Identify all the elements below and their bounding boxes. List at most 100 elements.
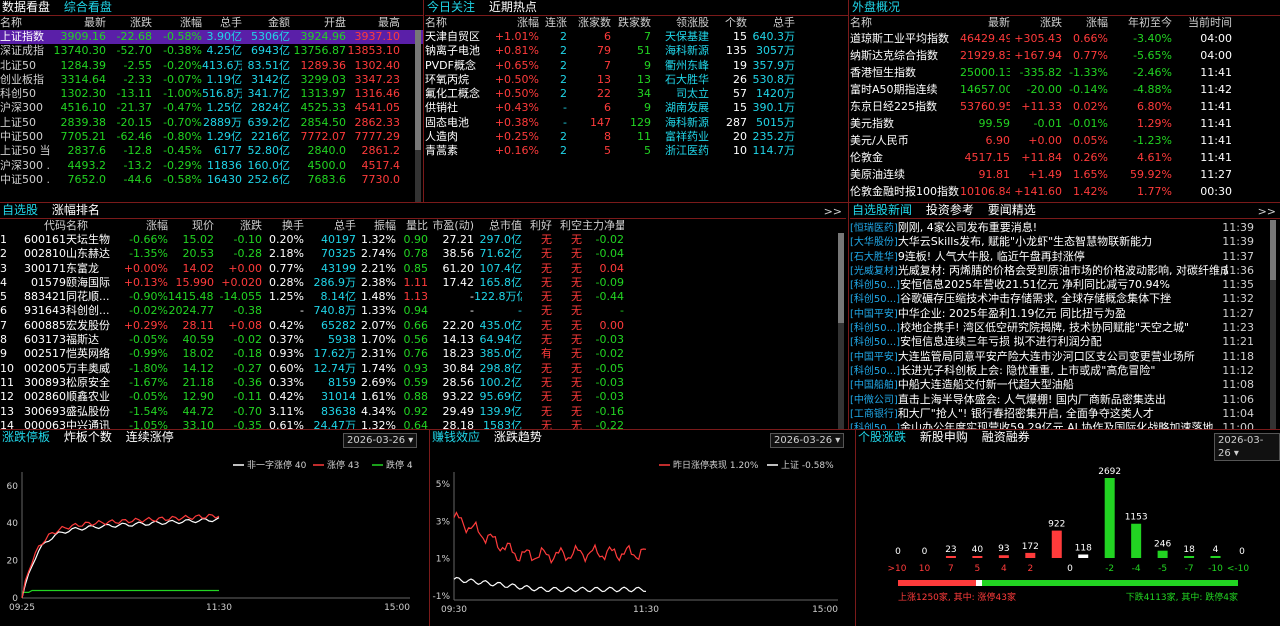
hot-sector-row[interactable]: 氟化工概念 +0.50% 2 22 34 司太立 57 1420万	[425, 87, 848, 101]
news-item[interactable]: [中国平安]中华企业: 2025年盈利1.19亿元 同比扭亏为盈 11:27	[850, 307, 1280, 321]
news-headline[interactable]: 安恒信息2025年营收21.51亿元 净利同比减亏70.94%	[900, 278, 1170, 292]
news-item[interactable]: [科创50...]校地企携手! 湾区低空研究院揭牌, 技术协同赋能"天空之城" 1…	[850, 321, 1280, 335]
index-row[interactable]: 中证500 7705.21 -62.46 -0.80% 1.29亿 2216亿 7772.0…	[0, 130, 423, 144]
hot-sector-row[interactable]: 环氧丙烷 +0.50% 2 13 13 石大胜华 26 530.8万	[425, 73, 848, 87]
global-market-row[interactable]: 道琼斯工业平均指数 46429.49 +305.43 0.66% -3.40% 04:00	[850, 30, 1280, 47]
news-item[interactable]: [中微公司]直击上海半导体盛会: 人气爆棚! 国内厂商新品密集迭出 11:06	[850, 393, 1280, 407]
tab-profit-effect[interactable]: 赚钱效应	[432, 430, 480, 444]
global-market-row[interactable]: 美元/人民币 6.90 +0.00 0.05% -1.23% 11:41	[850, 132, 1280, 149]
up-ratio-bar	[898, 580, 976, 586]
news-item[interactable]: [光威复材]光威复材: 丙烯腈的价格会受到原油市场的价格波动影响, 对碳纤维成本…	[850, 264, 1280, 278]
tab-margin-trading[interactable]: 融资融券	[982, 430, 1030, 444]
news-item[interactable]: [中国船舶]中船大连造船交付新一代超大型油船 11:08	[850, 378, 1280, 392]
tab-comprehensive-board[interactable]: 综合看盘	[64, 0, 112, 14]
news-headline[interactable]: 中华企业: 2025年盈利1.19亿元 同比扭亏为盈	[898, 307, 1126, 321]
news-headline[interactable]: 9连板! 人气大牛股, 临近午盘再封涨停	[898, 250, 1085, 264]
index-row[interactable]: 上证50 当... 2837.6 -12.8 -0.45% 6177 52.80亿 2840…	[0, 144, 423, 158]
news-item[interactable]: [科创50...]安恒信息连续三年亏损 拟不进行利润分配 11:21	[850, 335, 1280, 349]
news-item[interactable]: [科创50...]长进光子科创板上会: 隐忧重重, 上市或成"高危冒险" 11:1…	[850, 364, 1280, 378]
watchlist-row[interactable]: 13 300693盛弘股份 -1.54% 44.72 -0.70 3.11% 83638 4.…	[0, 405, 846, 419]
index-row[interactable]: 上证指数 3909.16 -22.68 -0.58% 3.90亿 5306亿 3924.96…	[0, 30, 423, 45]
tab-gain-rank[interactable]: 涨幅排名	[52, 203, 100, 217]
hot-sector-row[interactable]: 天津自贸区 +1.01% 2 6 7 天保基建 15 640.3万	[425, 30, 848, 44]
watchlist-row[interactable]: 5 883421同花顺... -0.90%1415.484 -14.055 1.25% 8…	[0, 290, 846, 304]
news-item[interactable]: [科创50...]金山办公年度实现营收59.29亿元 AI 协作及国际化战略加速…	[850, 421, 1280, 429]
index-row[interactable]: 北证50 1284.39 -2.55 -0.20%413.6万 83.51亿 1289.3…	[0, 59, 423, 73]
news-headline[interactable]: 刚刚, 4家公司发布重要消息!	[898, 221, 1037, 235]
news-headline[interactable]: 金山办公年度实现营收59.29亿元 AI 协作及国际化战略加速落地	[900, 421, 1213, 429]
news-headline[interactable]: 谷歌碾存压缩技术冲击存储需求, 全球存储概念集体下挫	[900, 292, 1171, 306]
index-row[interactable]: 沪深300 ... 4493.2 -13.2 -0.29% 11836 160.0亿 450…	[0, 159, 423, 173]
news-headline[interactable]: 直击上海半导体盛会: 人气爆棚! 国内厂商新品密集迭出	[898, 393, 1166, 407]
global-market-row[interactable]: 香港恒生指数 25000.13 -335.82 -1.33% -2.46% 11:41	[850, 64, 1280, 81]
limit-date-select[interactable]: 2026-03-26 ▾	[343, 433, 418, 448]
news-headline[interactable]: 大连监管局同意平安产险大连市沙河口区支公司变更营业场所	[898, 350, 1195, 364]
news-item[interactable]: [中国平安]大连监管局同意平安产险大连市沙河口区支公司变更营业场所 11:18	[850, 350, 1280, 364]
hot-sector-row[interactable]: 青蒿素 +0.16% 2 5 5 浙江医药 10 114.7万	[425, 144, 848, 158]
tab-data-board[interactable]: 数据看盘	[2, 0, 50, 14]
global-market-row[interactable]: 美元指数 99.59 -0.01 -0.01% 1.29% 11:41	[850, 115, 1280, 132]
news-headline[interactable]: 长进光子科创板上会: 隐忧重重, 上市或成"高危冒险"	[900, 364, 1155, 378]
news-headline[interactable]: 中船大连造船交付新一代超大型油船	[898, 378, 1074, 392]
news-scrollbar[interactable]	[1270, 220, 1276, 429]
tab-ipo-subscription[interactable]: 新股申购	[920, 430, 968, 444]
tab-trend[interactable]: 涨跌趋势	[494, 430, 542, 444]
global-market-row[interactable]: 伦敦金融时报100指数10106.84 +141.60 1.42% 1.77% 00:3…	[850, 183, 1280, 200]
index-row[interactable]: 上证50 2839.38 -20.15 -0.70%2889万 639.2亿 2854.5…	[0, 116, 423, 130]
watchlist-row[interactable]: 9 002517恺英网络 -0.99% 18.02 -0.18 0.93% 17.62万 2.…	[0, 347, 846, 361]
watchlist-row[interactable]: 6 931643科创创... -0.02%2024.77 -0.38-740.8万 1.…	[0, 304, 846, 318]
watchlist-row[interactable]: 3 300171东富龙 +0.00% 14.02 +0.00 0.77% 43199 2.21…	[0, 262, 846, 276]
watchlist-row[interactable]: 2 002810山东赫达 -1.35% 20.53 -0.28 2.18% 70325 2.7…	[0, 247, 846, 261]
tab-investment-reference[interactable]: 投资参考	[926, 203, 974, 217]
news-item[interactable]: [大华股份]大华云Skills发布, 赋能"小龙虾"生态智慧物联新能力 11:39	[850, 235, 1280, 249]
global-market-row[interactable]: 富时A50期指连续 14657.00 -20.00 -0.14% -4.88% 11:42	[850, 81, 1280, 98]
index-row[interactable]: 科创50 1302.30 -13.11 -1.00%516.8万 341.7亿 1313.…	[0, 87, 423, 101]
news-headline[interactable]: 光威复材: 丙烯腈的价格会受到原油市场的价格波动影响, 对碳纤维成本控...	[898, 264, 1228, 278]
news-headline[interactable]: 和大厂"抢人"! 银行春招密集开启, 全面争夺这类人才	[898, 407, 1154, 421]
tab-consecutive-limit[interactable]: 连续涨停	[126, 430, 174, 444]
index-row[interactable]: 中证500 ... 7652.0 -44.6 -0.58% 16430 252.6亿 768…	[0, 173, 423, 187]
watchlist-row[interactable]: 11 300893松原安全 -1.67% 21.18 -0.36 0.33% 8159 2.6…	[0, 376, 846, 390]
global-market-row[interactable]: 伦敦金 4517.15 +11.84 0.26% 4.61% 11:41	[850, 149, 1280, 166]
watchlist-expand-button[interactable]: >>	[824, 205, 842, 218]
tab-today-focus[interactable]: 今日关注	[427, 0, 475, 14]
hot-sector-row[interactable]: 钠离子电池 +0.81% 2 79 51 海科新源 135 3057万	[425, 44, 848, 58]
tab-featured-news[interactable]: 要闻精选	[988, 203, 1036, 217]
news-item[interactable]: [恒瑞医药]刚刚, 4家公司发布重要消息! 11:39	[850, 221, 1280, 235]
tab-recent-hot[interactable]: 近期热点	[489, 0, 537, 14]
watchlist-row[interactable]: 10 002005万丰奥威 -1.80% 14.12 -0.27 0.60% 12.74万 1…	[0, 362, 846, 376]
watchlist-row[interactable]: 7 600885宏发股份 +0.29% 28.11 +0.08 0.42% 65282 2.0…	[0, 319, 846, 333]
overview-scrollbar[interactable]	[415, 30, 421, 202]
hot-sector-row[interactable]: 固态电池 +0.38% - 147 129 海科新源 287 5015万	[425, 116, 848, 130]
news-item[interactable]: [科创50...]安恒信息2025年营收21.51亿元 净利同比减亏70.94%…	[850, 278, 1280, 292]
news-expand-button[interactable]: >>	[1258, 205, 1276, 218]
news-headline[interactable]: 安恒信息连续三年亏损 拟不进行利润分配	[900, 335, 1102, 349]
hot-sector-row[interactable]: 人造肉 +0.25% 2 8 11 富祥药业 20 235.2万	[425, 130, 848, 144]
tab-watchlist[interactable]: 自选股	[2, 203, 38, 217]
global-market-row[interactable]: 纳斯达克综合指数 21929.83 +167.94 0.77% -5.65% 04:00	[850, 47, 1280, 64]
watchlist-row[interactable]: 4 01579颐海国际 +0.13% 15.990 +0.020 0.28% 286.9万 2…	[0, 276, 846, 290]
global-market-row[interactable]: 美原油连续 91.81 +1.49 1.65% 59.92% 11:27	[850, 166, 1280, 183]
watchlist-row[interactable]: 12 002860顺鑫农业 -0.05% 12.90 -0.11 0.42% 31014 1.…	[0, 390, 846, 404]
hot-sector-row[interactable]: 供销社 +0.43% - 6 9 湖南发展 15 390.1万	[425, 101, 848, 115]
watchlist-scrollbar[interactable]	[838, 233, 844, 429]
tab-stock-updown[interactable]: 个股涨跌	[858, 430, 906, 444]
index-row[interactable]: 深证成指 13740.30 -52.70 -0.38% 4.25亿 6943亿 13756.…	[0, 44, 423, 58]
news-item[interactable]: [科创50...]谷歌碾存压缩技术冲击存储需求, 全球存储概念集体下挫 11:32	[850, 292, 1280, 306]
tab-broken-limit-count[interactable]: 炸板个数	[64, 430, 112, 444]
watchlist-row[interactable]: 8 603173福斯达 -0.05% 40.59 -0.02 0.37% 5938 1.70%…	[0, 333, 846, 347]
index-row[interactable]: 沪深300 4516.10 -21.37 -0.47% 1.25亿 2824亿 4525.3…	[0, 101, 423, 115]
news-headline[interactable]: 校地企携手! 湾区低空研究院揭牌, 技术协同赋能"天空之城"	[900, 321, 1189, 335]
watchlist-row[interactable]: 1 600161天坛生物 -0.66% 15.02 -0.10 0.20% 40197 1.3…	[0, 233, 846, 247]
tab-global-overview[interactable]: 外盘概况	[852, 0, 900, 14]
news-item[interactable]: [工商银行]和大厂"抢人"! 银行春招密集开启, 全面争夺这类人才 11:04	[850, 407, 1280, 421]
news-item[interactable]: [石大胜华]9连板! 人气大牛股, 临近午盘再封涨停 11:37	[850, 250, 1280, 264]
tab-limit-board[interactable]: 涨跌停板	[2, 430, 50, 444]
index-row[interactable]: 创业板指 3314.64 -2.33 -0.07% 1.19亿 3142亿 3299.03 3…	[0, 73, 423, 87]
tab-watchlist-news[interactable]: 自选股新闻	[852, 203, 912, 217]
news-headline[interactable]: 大华云Skills发布, 赋能"小龙虾"生态智慧物联新能力	[898, 235, 1152, 249]
hot-sector-row[interactable]: PVDF概念 +0.65% 2 7 9 衢州东峰 19 357.9万	[425, 59, 848, 73]
effect-date-select[interactable]: 2026-03-26 ▾	[770, 433, 845, 448]
watchlist-row[interactable]: 14 000063中兴通讯 -1.05% 33.10 -0.35 0.61% 24.47万 1…	[0, 419, 846, 429]
global-market-row[interactable]: 东京日经225指数 53760.95 +11.33 0.02% 6.80% 11:41	[850, 98, 1280, 115]
